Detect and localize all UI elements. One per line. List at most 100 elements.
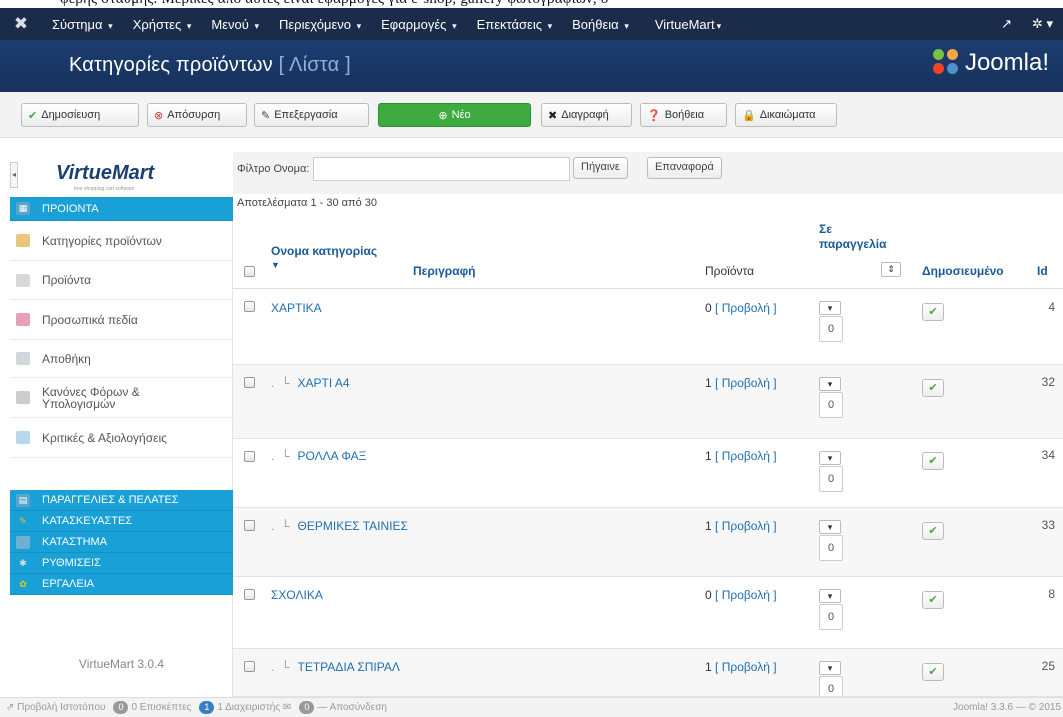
custom-fields-icon <box>16 313 30 326</box>
help-button[interactable]: ❓ Βοήθεια <box>640 103 727 127</box>
order-input[interactable]: 0 <box>819 535 843 561</box>
order-arrow-select[interactable]: ▾ <box>819 661 841 675</box>
published-toggle[interactable]: ✔ <box>922 452 944 470</box>
category-name-link[interactable]: ΧΑΡΤΙΚΑ <box>271 300 322 316</box>
order-input[interactable]: 0 <box>819 604 843 630</box>
product-count: 0 [ Προβολή ] <box>705 300 785 317</box>
published-toggle[interactable]: ✔ <box>922 591 944 609</box>
order-input[interactable]: 0 <box>819 316 843 342</box>
order-arrow-select[interactable]: ▾ <box>819 301 841 315</box>
save-order-icon[interactable]: ⇕ <box>881 262 901 277</box>
sidebar-item-inventory[interactable]: Αποθήκη <box>10 340 233 378</box>
view-products-link[interactable]: [ Προβολή ] <box>715 448 785 465</box>
logout-link[interactable]: — Αποσύνδεση <box>317 702 387 713</box>
published-toggle[interactable]: ✔ <box>922 379 944 397</box>
published-toggle[interactable]: ✔ <box>922 522 944 540</box>
gear-icon[interactable]: ✲ ▾ <box>1022 16 1063 32</box>
row-checkbox[interactable] <box>244 589 255 600</box>
sidebar-section-manufacturers[interactable]: ✎ ΚΑΤΑΣΚΕΥΑΣΤΕΣ <box>10 511 233 532</box>
view-products-link[interactable]: [ Προβολή ] <box>715 300 785 317</box>
menu-content[interactable]: Περιεχόμενο ▾ <box>269 17 371 32</box>
row-id: 34 <box>1041 448 1055 462</box>
published-toggle[interactable]: ✔ <box>922 663 944 681</box>
settings-icon: ✱ <box>19 557 27 568</box>
row-checkbox[interactable] <box>244 520 255 531</box>
row-checkbox[interactable] <box>244 661 255 672</box>
sidebar-section-shop[interactable]: ΚΑΤΑΣΤΗΜΑ <box>10 532 233 553</box>
products-section-icon: ▦ <box>16 202 30 215</box>
select-all-checkbox[interactable] <box>244 266 255 277</box>
filter-bar: Φίλτρο Ονομα: Πήγαινε Επαναφορά <box>233 152 1063 194</box>
lock-icon: 🔒 <box>742 109 756 122</box>
menu-virtuemart[interactable]: VirtueMart ▾ <box>639 17 731 32</box>
menu-help[interactable]: Βοήθεια ▾ <box>562 17 639 32</box>
column-name-sort[interactable]: Ονομα κατηγορίας <box>271 244 377 258</box>
unpublish-button[interactable]: ⊗ Απόσυρση <box>147 103 247 127</box>
tools-icon: ✿ <box>19 578 27 589</box>
visitors-text: 0 Επισκέπτες <box>131 702 192 713</box>
page-title: Κατηγορίες προϊόντων [ Λίστα ] <box>69 54 351 76</box>
joomla-menu-icon[interactable]: ✖ <box>0 14 42 34</box>
sidebar-item-tax-rules[interactable]: Κανόνες Φόρων & Υπολογισμών <box>10 378 233 418</box>
column-id[interactable]: Id <box>1037 264 1048 278</box>
permissions-button[interactable]: 🔒 Δικαιώματα <box>735 103 837 127</box>
row-checkbox[interactable] <box>244 377 255 388</box>
category-name-link[interactable]: . └ ΘΕΡΜΙΚΕΣ ΤΑΙΝΙΕΣ <box>271 518 431 534</box>
edit-button[interactable]: ✎ Επεξεργασία <box>254 103 369 127</box>
reset-button[interactable]: Επαναφορά <box>647 157 722 179</box>
sidebar-item-custom-fields[interactable]: Προσωπικά πεδία <box>10 300 233 340</box>
sidebar-item-reviews[interactable]: Κριτικές & Αξιολογήσεις <box>10 418 233 458</box>
order-arrow-select[interactable]: ▾ <box>819 520 841 534</box>
order-arrow-select[interactable]: ▾ <box>819 377 841 391</box>
view-products-link[interactable]: [ Προβολή ] <box>715 375 785 392</box>
column-published[interactable]: Δημοσιευμένο <box>922 264 1004 278</box>
category-name-link[interactable]: . └ ΧΑΡΤΙ Α4 <box>271 375 350 391</box>
order-input[interactable]: 0 <box>819 676 843 696</box>
published-toggle[interactable]: ✔ <box>922 303 944 321</box>
delete-button[interactable]: ✖ Διαγραφή <box>541 103 632 127</box>
new-button[interactable]: ⊕ Νέο <box>378 103 531 127</box>
order-input[interactable]: 0 <box>819 466 843 492</box>
visitors-badge: 0 <box>113 701 129 714</box>
sidebar-section-products[interactable]: ▦ ΠΡΟΙΟΝΤΑ <box>10 197 233 221</box>
sidebar-section-orders[interactable]: ▤ ΠΑΡΑΓΓΕΛΙΕΣ & ΠΕΛΑΤΕΣ <box>10 490 233 511</box>
column-description[interactable]: Περιγραφή <box>413 264 476 278</box>
view-products-link[interactable]: [ Προβολή ] <box>715 659 785 676</box>
row-id: 32 <box>1041 375 1055 389</box>
table-row: . └ ΧΑΡΤΙ Α4 1 [ Προβολή ] ▾ 0 ✔ 32 <box>233 365 1063 439</box>
category-name-link[interactable]: . └ ΤΕΤΡΑΔΙΑ ΣΠΙΡΑΛ <box>271 659 401 675</box>
sidebar-section-tools[interactable]: ✿ ΕΡΓΑΛΕΙΑ <box>10 574 233 595</box>
menu-users[interactable]: Χρήστες ▾ <box>123 17 202 32</box>
sort-caret-icon: ▼ <box>271 260 280 270</box>
page-header: Κατηγορίες προϊόντων [ Λίστα ] Joomla! <box>0 40 1063 92</box>
view-products-link[interactable]: [ Προβολή ] <box>715 587 785 604</box>
menu-system[interactable]: Σύστημα ▾ <box>42 17 123 32</box>
go-button[interactable]: Πήγαινε <box>573 157 628 179</box>
view-site-link[interactable]: Προβολή Ιστοτόπου <box>17 702 105 713</box>
column-ordering[interactable]: Σε παραγγελία <box>819 222 889 252</box>
table-header: Ονομα κατηγορίας ▼ Περιγραφή Προϊόντα Σε… <box>233 218 1063 289</box>
cropped-document-text: φερής σταθμής. Μερικές από αυτές είναι ε… <box>0 0 1063 8</box>
menu-extensions[interactable]: Επεκτάσεις ▾ <box>467 17 563 32</box>
row-checkbox[interactable] <box>244 451 255 462</box>
view-products-link[interactable]: [ Προβολή ] <box>715 518 785 535</box>
publish-button[interactable]: ✔ Δημοσίευση <box>21 103 139 127</box>
order-arrow-select[interactable]: ▾ <box>819 451 841 465</box>
joomla-logo: Joomla! <box>932 49 1049 77</box>
order-arrow-select[interactable]: ▾ <box>819 589 841 603</box>
edit-icon: ✎ <box>261 109 271 122</box>
sidebar-collapse-handle[interactable]: ◂ <box>10 162 18 188</box>
menu-menus[interactable]: Μενού ▾ <box>201 17 269 32</box>
category-name-link[interactable]: . └ ΡΟΛΛΑ ΦΑΞ <box>271 448 366 464</box>
ordering-control: ▾ 0 <box>819 520 851 561</box>
menu-components[interactable]: Εφαρμογές ▾ <box>371 17 466 32</box>
external-link-icon[interactable]: ↗ <box>991 16 1022 32</box>
order-input[interactable]: 0 <box>819 392 843 418</box>
sidebar-item-products[interactable]: Προϊόντα <box>10 261 233 300</box>
sidebar-item-categories[interactable]: Κατηγορίες προϊόντων <box>10 221 233 261</box>
delete-icon: ✖ <box>548 109 558 122</box>
category-name-link[interactable]: ΣΧΟΛΙΚΑ <box>271 587 323 603</box>
filter-name-input[interactable] <box>313 157 570 181</box>
sidebar-section-settings[interactable]: ✱ ΡΥΘΜΙΣΕΙΣ <box>10 553 233 574</box>
row-checkbox[interactable] <box>244 301 255 312</box>
